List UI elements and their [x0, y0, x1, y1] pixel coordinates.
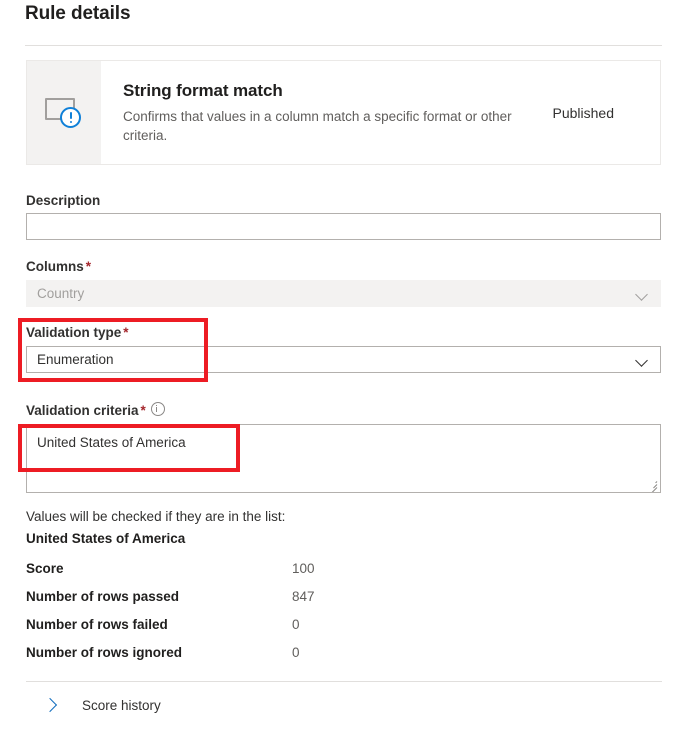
stat-value-rows-passed: 847 [292, 589, 315, 604]
stat-value-score: 100 [292, 561, 315, 576]
rule-icon-container [27, 61, 101, 164]
chevron-down-icon [636, 288, 648, 300]
stat-label-rows-failed: Number of rows failed [26, 617, 168, 632]
rule-card-text: String format match Confirms that values… [123, 81, 539, 145]
rule-details-page: Rule details String format match Confirm… [0, 0, 700, 731]
description-input[interactable] [26, 213, 661, 240]
columns-required-marker: * [85, 259, 92, 274]
resize-handle-icon[interactable] [646, 479, 658, 492]
validation-type-label: Validation type * [26, 325, 129, 340]
stat-value-rows-ignored: 0 [292, 645, 300, 660]
validation-criteria-required-marker: * [140, 403, 146, 418]
alert-badge-icon [60, 106, 81, 128]
score-history-label: Score history [82, 697, 161, 713]
page-title: Rule details [25, 3, 131, 24]
validation-criteria-label: Validation criteria * [26, 402, 165, 418]
monitor-alert-icon [43, 94, 85, 132]
rule-summary-card: String format match Confirms that values… [26, 60, 661, 165]
columns-dropdown[interactable]: Country [26, 280, 661, 307]
validation-type-required-marker: * [123, 325, 129, 340]
stat-label-rows-ignored: Number of rows ignored [26, 645, 183, 660]
chevron-down-icon [636, 354, 648, 366]
chevron-right-icon [36, 697, 64, 713]
rule-description: Confirms that values in a column match a… [123, 108, 512, 143]
rule-card-body: String format match Confirms that values… [101, 61, 660, 164]
rule-name: String format match [123, 80, 283, 100]
columns-label: Columns * [26, 259, 92, 274]
validation-type-value: Enumeration [37, 352, 114, 367]
score-history-expander[interactable]: Score history [26, 690, 306, 720]
values-check-list: United States of America [26, 531, 186, 546]
info-icon[interactable] [150, 402, 165, 416]
footer-divider [26, 681, 662, 682]
stat-value-rows-failed: 0 [292, 617, 300, 632]
validation-criteria-textarea[interactable]: United States of America [26, 424, 661, 493]
columns-value: Country [37, 286, 85, 301]
title-divider [25, 45, 662, 46]
description-label: Description [26, 193, 101, 208]
rule-status-badge: Published [552, 104, 615, 121]
validation-type-dropdown[interactable]: Enumeration [26, 346, 661, 373]
values-check-note: Values will be checked if they are in th… [26, 509, 286, 524]
stat-label-rows-passed: Number of rows passed [26, 589, 180, 604]
validation-criteria-value: United States of America [37, 435, 186, 450]
stat-label-score: Score [26, 561, 64, 576]
